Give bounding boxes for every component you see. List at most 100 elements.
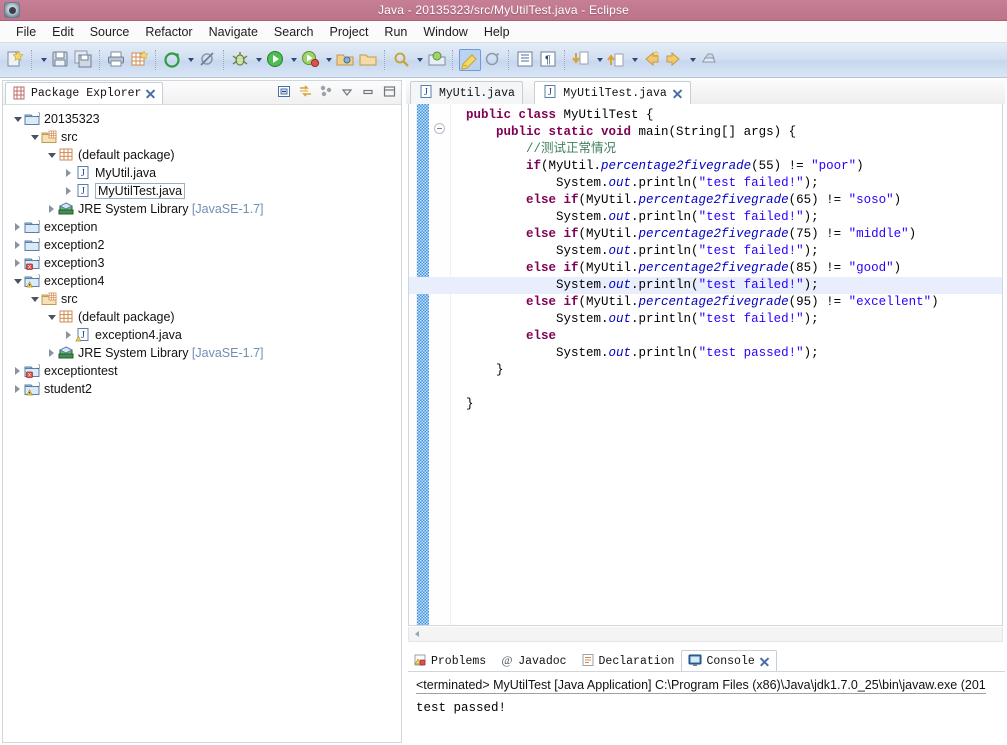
tree-item-jre-system-library[interactable]: JRE System Library [JavaSE-1.7] [3, 200, 401, 218]
project-tree[interactable]: J 20135323 src (default package) J MyUtil.jav… [3, 106, 401, 742]
close-icon[interactable] [145, 88, 156, 99]
twisty-expanded-icon[interactable] [11, 110, 24, 128]
close-icon[interactable] [759, 656, 770, 667]
tree-item-exceptiontest[interactable]: Jx exceptiontest [3, 362, 401, 380]
forward-dropdown-arrow[interactable] [687, 49, 698, 71]
code-line[interactable]: } [451, 362, 1002, 379]
source-editor[interactable]: public class MyUtilTest { public static … [408, 104, 1003, 626]
code-line[interactable]: System.out.println("test failed!"); [451, 311, 1002, 328]
show-whitespace-icon[interactable]: ¶ [538, 49, 560, 71]
folding-gutter[interactable] [429, 104, 451, 625]
twisty-expanded-icon[interactable] [11, 272, 24, 290]
menu-search[interactable]: Search [266, 23, 322, 41]
run-dropdown-arrow[interactable] [288, 49, 299, 71]
code-line[interactable]: System.out.println("test failed!"); [451, 209, 1002, 226]
tree-item-exception3[interactable]: Jx exception3 [3, 254, 401, 272]
twisty-collapsed-icon[interactable] [11, 218, 24, 236]
view-chevron-down-icon[interactable] [340, 84, 355, 99]
menu-source[interactable]: Source [82, 23, 138, 41]
coverage-dropdown-arrow[interactable] [323, 49, 334, 71]
new-wizard-icon[interactable] [5, 49, 27, 71]
bottom-tab-console[interactable]: Console [681, 650, 777, 672]
code-line[interactable]: System.out.println("test failed!"); [409, 277, 1002, 294]
code-line[interactable]: System.out.println("test failed!"); [451, 175, 1002, 192]
menu-window[interactable]: Window [415, 23, 475, 41]
code-line[interactable]: else if(MyUtil.percentage2fivegrade(75) … [451, 226, 1002, 243]
tree-item-src[interactable]: src [3, 128, 401, 146]
twisty-collapsed-icon[interactable] [62, 326, 75, 344]
menu-help[interactable]: Help [476, 23, 518, 41]
scroll-left-arrow[interactable] [409, 628, 424, 641]
tab-package-explorer[interactable]: Package Explorer [5, 82, 164, 104]
code-line[interactable]: else if(MyUtil.percentage2fivegrade(85) … [451, 260, 1002, 277]
tree-item-myutiltest-java[interactable]: J MyUtilTest.java [3, 182, 401, 200]
collapse-all-icon[interactable] [277, 84, 292, 99]
twisty-collapsed-icon[interactable] [62, 182, 75, 200]
code-line[interactable]: public class MyUtilTest { [451, 107, 1002, 124]
twisty-expanded-icon[interactable] [28, 128, 41, 146]
twisty-collapsed-icon[interactable] [45, 344, 58, 362]
editor-tab-myutiltest-java[interactable]: J MyUtilTest.java [534, 81, 691, 104]
twisty-collapsed-icon[interactable] [45, 200, 58, 218]
minimize-icon[interactable] [361, 84, 376, 99]
search-dropdown-arrow[interactable] [414, 49, 425, 71]
menu-edit[interactable]: Edit [44, 23, 82, 41]
code-line[interactable] [451, 379, 1002, 396]
tree-item-student2[interactable]: Jstudent2 [3, 380, 401, 398]
code-line[interactable]: else [451, 328, 1002, 345]
previous-annotation-dropdown-arrow[interactable] [629, 49, 640, 71]
save-all-icon[interactable] [73, 49, 95, 71]
maximize-icon[interactable] [382, 84, 397, 99]
new-java-package-icon[interactable] [129, 49, 151, 71]
tree-item-20135323[interactable]: J 20135323 [3, 110, 401, 128]
bottom-tab-javadoc[interactable]: @ Javadoc [493, 650, 573, 672]
pin-editor-icon[interactable] [699, 49, 721, 71]
debug-dropdown-arrow[interactable] [253, 49, 264, 71]
twisty-collapsed-icon[interactable] [11, 254, 24, 272]
twisty-collapsed-icon[interactable] [11, 236, 24, 254]
run-coverage-icon[interactable] [300, 49, 322, 71]
menu-refactor[interactable]: Refactor [137, 23, 200, 41]
tree-item-exception4[interactable]: Jexception4 [3, 272, 401, 290]
open-task-icon[interactable] [358, 49, 380, 71]
run-icon[interactable] [265, 49, 287, 71]
menu-project[interactable]: Project [322, 23, 377, 41]
new-dropdown-arrow[interactable] [38, 49, 49, 71]
code-line[interactable]: //测试正常情况 [451, 141, 1002, 158]
console-view[interactable]: <terminated> MyUtilTest [Java Applicatio… [408, 671, 1005, 743]
close-icon[interactable] [672, 88, 683, 99]
link-with-editor-icon[interactable] [298, 84, 313, 99]
skip-breakpoints-icon[interactable] [197, 49, 219, 71]
back-icon[interactable] [641, 49, 663, 71]
debug-icon[interactable] [230, 49, 252, 71]
code-line[interactable]: System.out.println("test failed!"); [451, 243, 1002, 260]
tree-item-default-package[interactable]: (default package) [3, 146, 401, 164]
code-line[interactable]: } [451, 396, 1002, 413]
pencil-highlight-icon[interactable] [459, 49, 481, 71]
twisty-collapsed-icon[interactable] [62, 164, 75, 182]
tree-item-myutil-java[interactable]: J MyUtil.java [3, 164, 401, 182]
menu-run[interactable]: Run [376, 23, 415, 41]
twisty-expanded-icon[interactable] [28, 290, 41, 308]
code-line[interactable]: System.out.println("test passed!"); [451, 345, 1002, 362]
tree-item-exception4-java[interactable]: Jexception4.java [3, 326, 401, 344]
code-line[interactable]: else if(MyUtil.percentage2fivegrade(95) … [451, 294, 1002, 311]
tree-item-exception[interactable]: Jexception [3, 218, 401, 236]
bottom-tab-declaration[interactable]: Declaration [574, 650, 682, 672]
twisty-collapsed-icon[interactable] [11, 380, 24, 398]
forward-icon[interactable] [664, 49, 686, 71]
tree-item-src[interactable]: src [3, 290, 401, 308]
editor-horizontal-scrollbar[interactable] [408, 627, 1003, 642]
previous-annotation-icon[interactable] [606, 49, 628, 71]
twisty-expanded-icon[interactable] [45, 308, 58, 326]
next-annotation-down-icon[interactable] [571, 49, 593, 71]
open-type-icon[interactable] [335, 49, 357, 71]
code-line[interactable]: if(MyUtil.percentage2fivegrade(55) != "p… [451, 158, 1002, 175]
save-icon[interactable] [50, 49, 72, 71]
print-icon[interactable] [106, 49, 128, 71]
code-content[interactable]: public class MyUtilTest { public static … [409, 107, 1002, 625]
editor-tab-myutil-java[interactable]: J MyUtil.java [410, 81, 523, 104]
tree-item-default-package[interactable]: (default package) [3, 308, 401, 326]
next-annotation-dropdown-arrow[interactable] [594, 49, 605, 71]
code-line[interactable]: public static void main(String[] args) { [451, 124, 1002, 141]
